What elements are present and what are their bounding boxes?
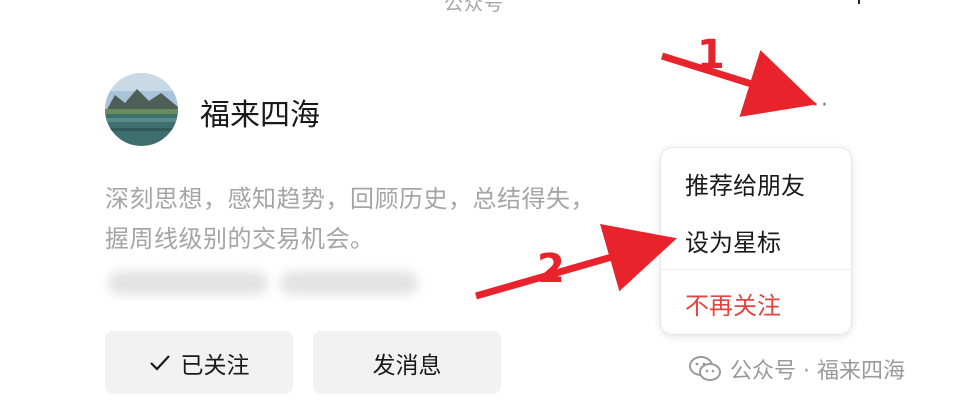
annotation-number-1: 1: [697, 32, 725, 78]
watermark: 公众号 · 福来四海: [688, 353, 905, 385]
annotation-layer: 1 2: [475, 32, 817, 300]
wechat-icon: [688, 355, 722, 383]
annotation-number-2: 2: [537, 246, 565, 292]
annotation-arrow-1: [660, 50, 817, 117]
watermark-text: 公众号 · 福来四海: [730, 359, 905, 384]
